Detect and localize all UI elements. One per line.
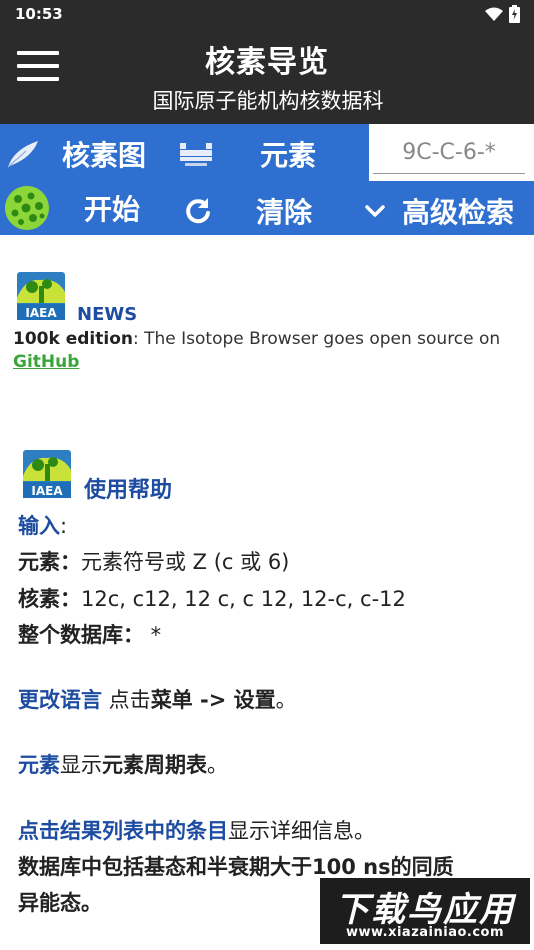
atom-cluster-icon [5, 186, 49, 230]
github-link[interactable]: GitHub [13, 352, 79, 372]
search-input[interactable] [373, 132, 525, 174]
app-title: 核素导览 [205, 45, 329, 80]
app-bar: 核素导览 国际原子能机构核数据科 [0, 27, 534, 124]
toolbar-primary: 核素图 元素 [0, 124, 534, 181]
chevron-down-icon [365, 205, 385, 217]
start-label: 开始 [84, 193, 141, 226]
nuclide-chart-label: 核素图 [62, 139, 147, 172]
status-bar: 10:53 [0, 0, 534, 27]
help-title: 使用帮助 [84, 478, 173, 503]
battery-icon [509, 5, 520, 23]
refresh-icon [186, 198, 210, 224]
app-subtitle: 国际原子能机构核数据科 [152, 89, 384, 113]
clear-button[interactable]: 清除 [184, 191, 312, 231]
elements-link[interactable]: 元素 [18, 753, 60, 777]
start-button[interactable]: 开始 [4, 185, 140, 231]
advanced-search-button[interactable]: 高级检索 [364, 191, 514, 231]
iaea-logo-text: IAEA [31, 484, 63, 498]
periodic-table-icon [180, 143, 212, 166]
feather-icon [7, 141, 38, 168]
help-element-line: 元素：元素符号或 Z (c 或 6) [18, 550, 290, 574]
help-db-line2: 异能态。 [18, 891, 102, 915]
status-icons [485, 5, 520, 23]
toolbar-secondary: 开始 清除 高级检索 [0, 181, 534, 235]
help-input-line: 输入: [18, 514, 68, 538]
watermark-url: www.xiazainiao.com [345, 925, 505, 940]
help-elements-line: 元素显示元素周期表。 [18, 753, 228, 777]
news-text: 100k edition: The Isotope Browser goes o… [13, 329, 501, 349]
change-language-link[interactable]: 更改语言 [18, 688, 102, 712]
help-results-line: 点击结果列表中的条目显示详细信息。 [18, 819, 375, 843]
help-language-line: 更改语言 点击菜单 -> 设置。 [18, 688, 297, 712]
watermark-title: 下载鸟应用 [335, 890, 515, 930]
elements-label: 元素 [260, 139, 317, 172]
clear-label: 清除 [256, 196, 313, 229]
iaea-logo-icon: IAEA [17, 272, 65, 320]
wifi-icon [485, 7, 503, 21]
help-nuclide-line: 核素：12c, c12, 12 c, c 12, 12-c, c-12 [18, 587, 406, 611]
iaea-logo-icon: IAEA [23, 450, 71, 498]
status-time: 10:53 [15, 5, 63, 23]
iaea-logo-text: IAEA [25, 306, 57, 320]
help-database-line: 整个数据库： * [18, 623, 162, 647]
nuclide-chart-button[interactable]: 核素图 [6, 134, 146, 174]
advanced-search-label: 高级检索 [402, 196, 515, 229]
watermark: 下载鸟应用 www.xiazainiao.com [320, 878, 530, 944]
elements-button[interactable]: 元素 [180, 134, 316, 174]
help-db-line1: 数据库中包括基态和半衰期大于100 ns的同质 [18, 855, 454, 879]
news-title: NEWS [77, 304, 138, 325]
search-box [369, 124, 534, 181]
